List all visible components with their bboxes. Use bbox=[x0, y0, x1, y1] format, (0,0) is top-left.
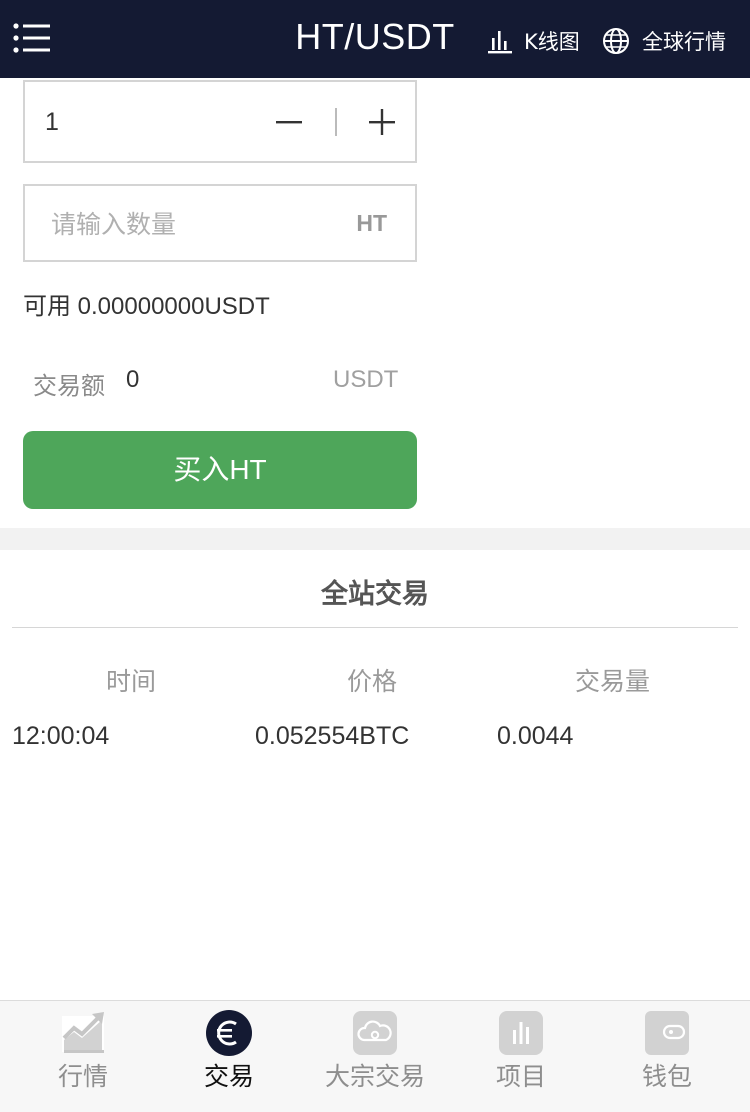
price-value[interactable]: 1 bbox=[45, 108, 59, 137]
kline-chart-icon bbox=[488, 31, 512, 54]
price-stepper-field[interactable]: 1 bbox=[23, 80, 417, 163]
global-market-label: 全球行情 bbox=[642, 30, 726, 54]
minus-icon bbox=[276, 121, 302, 124]
trade-total-label: 交易额 bbox=[33, 372, 105, 400]
available-balance: 可用 0.00000000USDT bbox=[23, 293, 270, 320]
chart-trend-icon bbox=[62, 1012, 104, 1053]
amount-input[interactable] bbox=[51, 206, 311, 244]
cloud-coin-icon bbox=[353, 1011, 397, 1055]
all-trades-title: 全站交易 bbox=[321, 579, 429, 610]
trade-time: 12:00:04 bbox=[12, 722, 110, 750]
stepper-divider bbox=[335, 108, 337, 136]
tab-projects[interactable]: 项目 bbox=[446, 1001, 596, 1112]
bottom-tab-bar: 行情 交易 大宗交易 项目 钱包 bbox=[0, 1000, 750, 1112]
section-divider bbox=[0, 528, 750, 550]
tab-label: 交易 bbox=[203, 1062, 254, 1091]
tab-label: 行情 bbox=[57, 1062, 108, 1091]
column-header-price: 价格 bbox=[347, 667, 398, 696]
euro-icon bbox=[206, 1010, 252, 1056]
tab-block-trade[interactable]: 大宗交易 bbox=[300, 1001, 450, 1112]
tab-market[interactable]: 行情 bbox=[8, 1001, 158, 1112]
trade-price: 0.052554BTC bbox=[255, 722, 410, 750]
trade-total-unit: USDT bbox=[333, 366, 399, 393]
menu-list-icon bbox=[13, 23, 50, 53]
kline-label: K线图 bbox=[524, 30, 580, 54]
decrement-button[interactable] bbox=[272, 100, 306, 144]
kline-button[interactable]: K线图 bbox=[486, 24, 580, 58]
plus-icon bbox=[369, 109, 395, 135]
menu-button[interactable] bbox=[12, 22, 52, 56]
trade-volume: 0.0044 bbox=[497, 722, 574, 750]
tab-label: 大宗交易 bbox=[324, 1062, 425, 1091]
amount-unit: HT bbox=[356, 210, 387, 236]
amount-field: HT bbox=[23, 184, 417, 262]
tab-wallet[interactable]: 钱包 bbox=[592, 1001, 742, 1112]
divider bbox=[12, 627, 738, 628]
column-header-volume: 交易量 bbox=[575, 667, 651, 696]
top-navigation-bar: HT/USDT K线图 全球行情 bbox=[0, 0, 750, 78]
increment-button[interactable] bbox=[365, 100, 399, 144]
trade-total-value: 0 bbox=[126, 366, 140, 393]
tab-label: 钱包 bbox=[641, 1062, 692, 1091]
tab-label: 项目 bbox=[495, 1062, 546, 1091]
bar-chart-icon bbox=[499, 1011, 543, 1055]
globe-icon bbox=[603, 28, 629, 54]
column-header-time: 时间 bbox=[106, 667, 157, 696]
buy-button[interactable]: 买入HT bbox=[23, 431, 417, 509]
wallet-icon bbox=[645, 1011, 689, 1055]
global-market-button[interactable]: 全球行情 bbox=[602, 24, 726, 58]
tab-trade[interactable]: 交易 bbox=[154, 1001, 304, 1112]
